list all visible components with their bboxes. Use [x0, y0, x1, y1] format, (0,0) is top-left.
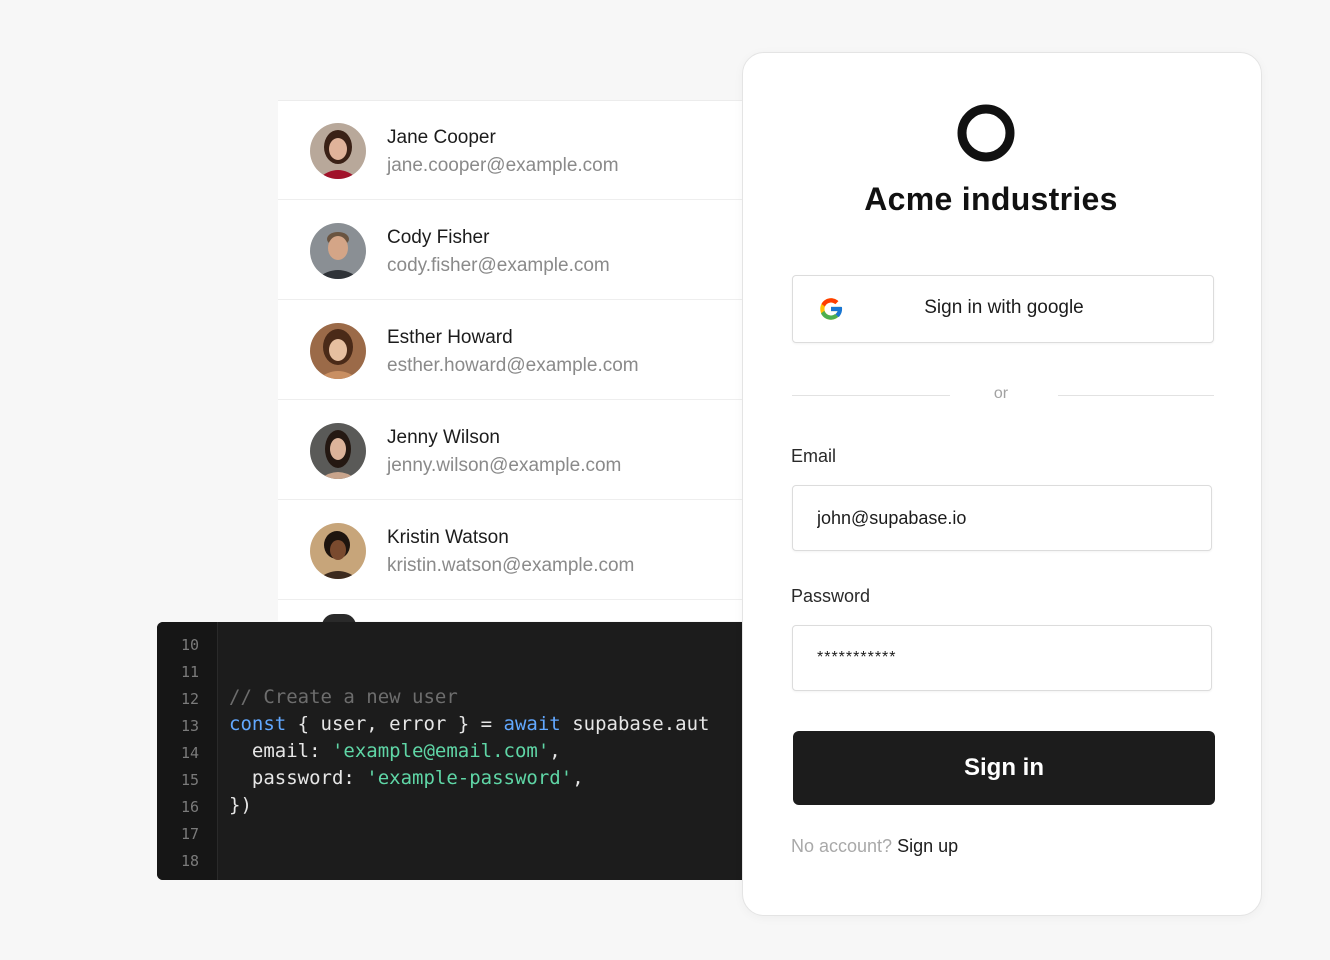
user-email: cody.fisher@example.com: [387, 255, 610, 276]
line-number: 12: [180, 690, 199, 708]
code-token-string: 'example@email.com': [331, 740, 550, 762]
line-number: 18: [180, 852, 199, 870]
line-number: 15: [180, 771, 199, 789]
code-token-plain: supabase.aut: [560, 713, 710, 735]
user-name: Cody Fisher: [387, 227, 490, 248]
avatar: [310, 323, 366, 379]
divider-line: [792, 395, 950, 396]
code-line: password: 'example-password',: [229, 767, 584, 789]
user-row[interactable]: Cody Fisher cody.fisher@example.com: [278, 201, 748, 300]
code-line: email: 'example@email.com',: [229, 740, 561, 762]
code-line: // Create a new user: [229, 686, 458, 708]
code-token-plain: }): [229, 794, 252, 816]
code-line: }): [229, 794, 252, 816]
user-email: jenny.wilson@example.com: [387, 455, 622, 476]
line-number: 11: [180, 663, 199, 681]
signin-button[interactable]: Sign in: [793, 731, 1215, 805]
user-list: Jane Cooper jane.cooper@example.com Cody…: [278, 100, 748, 621]
line-number: 17: [180, 825, 199, 843]
email-field[interactable]: [792, 485, 1212, 551]
user-row[interactable]: Esther Howard esther.howard@example.com: [278, 301, 748, 400]
line-number: 16: [180, 798, 199, 816]
divider-text: or: [993, 385, 1009, 402]
user-row[interactable]: Kristin Watson kristin.watson@example.co…: [278, 501, 748, 600]
user-email: esther.howard@example.com: [387, 355, 639, 376]
code-editor: 10 11 12 13 14 15 16 17 18 // Create a new user co…: [157, 622, 757, 880]
avatar: [310, 123, 366, 179]
google-signin-button[interactable]: Sign in with google: [792, 275, 1214, 343]
divider-line: [1058, 395, 1214, 396]
email-label: Email: [791, 446, 837, 466]
code-token-comment: // Create a new user: [229, 686, 458, 708]
user-row[interactable]: Jenny Wilson jenny.wilson@example.com: [278, 401, 748, 500]
avatar: [310, 423, 366, 479]
code-token-keyword: await: [503, 713, 561, 735]
code-token-plain: { user, error } =: [286, 713, 504, 735]
code-token-plain: ,: [572, 767, 584, 789]
avatar: [310, 523, 366, 579]
user-name: Esther Howard: [387, 327, 513, 348]
google-signin-label: Sign in with google: [924, 297, 1084, 318]
signup-link[interactable]: Sign up: [897, 836, 958, 856]
line-number: 14: [180, 744, 199, 762]
user-name: Jane Cooper: [387, 127, 496, 148]
user-name: Jenny Wilson: [387, 427, 500, 448]
avatar: [310, 223, 366, 279]
brand-title: Acme industries: [864, 181, 1118, 217]
signup-prompt: No account?: [791, 836, 893, 856]
user-name: Kristin Watson: [387, 527, 509, 548]
code-token-keyword: const: [229, 713, 287, 735]
line-number: 10: [180, 636, 199, 654]
password-label: Password: [791, 586, 871, 606]
code-token-string: 'example-password': [366, 767, 573, 789]
code-token-plain: password:: [229, 767, 367, 789]
line-number: 13: [180, 717, 199, 735]
password-field[interactable]: [792, 625, 1212, 691]
code-line: const { user, error } = await supabase.a…: [229, 713, 709, 735]
user-email: jane.cooper@example.com: [387, 155, 619, 176]
acme-logo-icon: [957, 104, 1015, 162]
user-email: kristin.watson@example.com: [387, 555, 635, 576]
code-token-plain: ,: [549, 740, 561, 762]
signin-card: Acme industries Sign in with google or E…: [742, 52, 1262, 916]
signup-line: No account? Sign up: [791, 836, 958, 857]
code-token-plain: email:: [229, 740, 332, 762]
user-row[interactable]: Jane Cooper jane.cooper@example.com: [278, 101, 748, 200]
